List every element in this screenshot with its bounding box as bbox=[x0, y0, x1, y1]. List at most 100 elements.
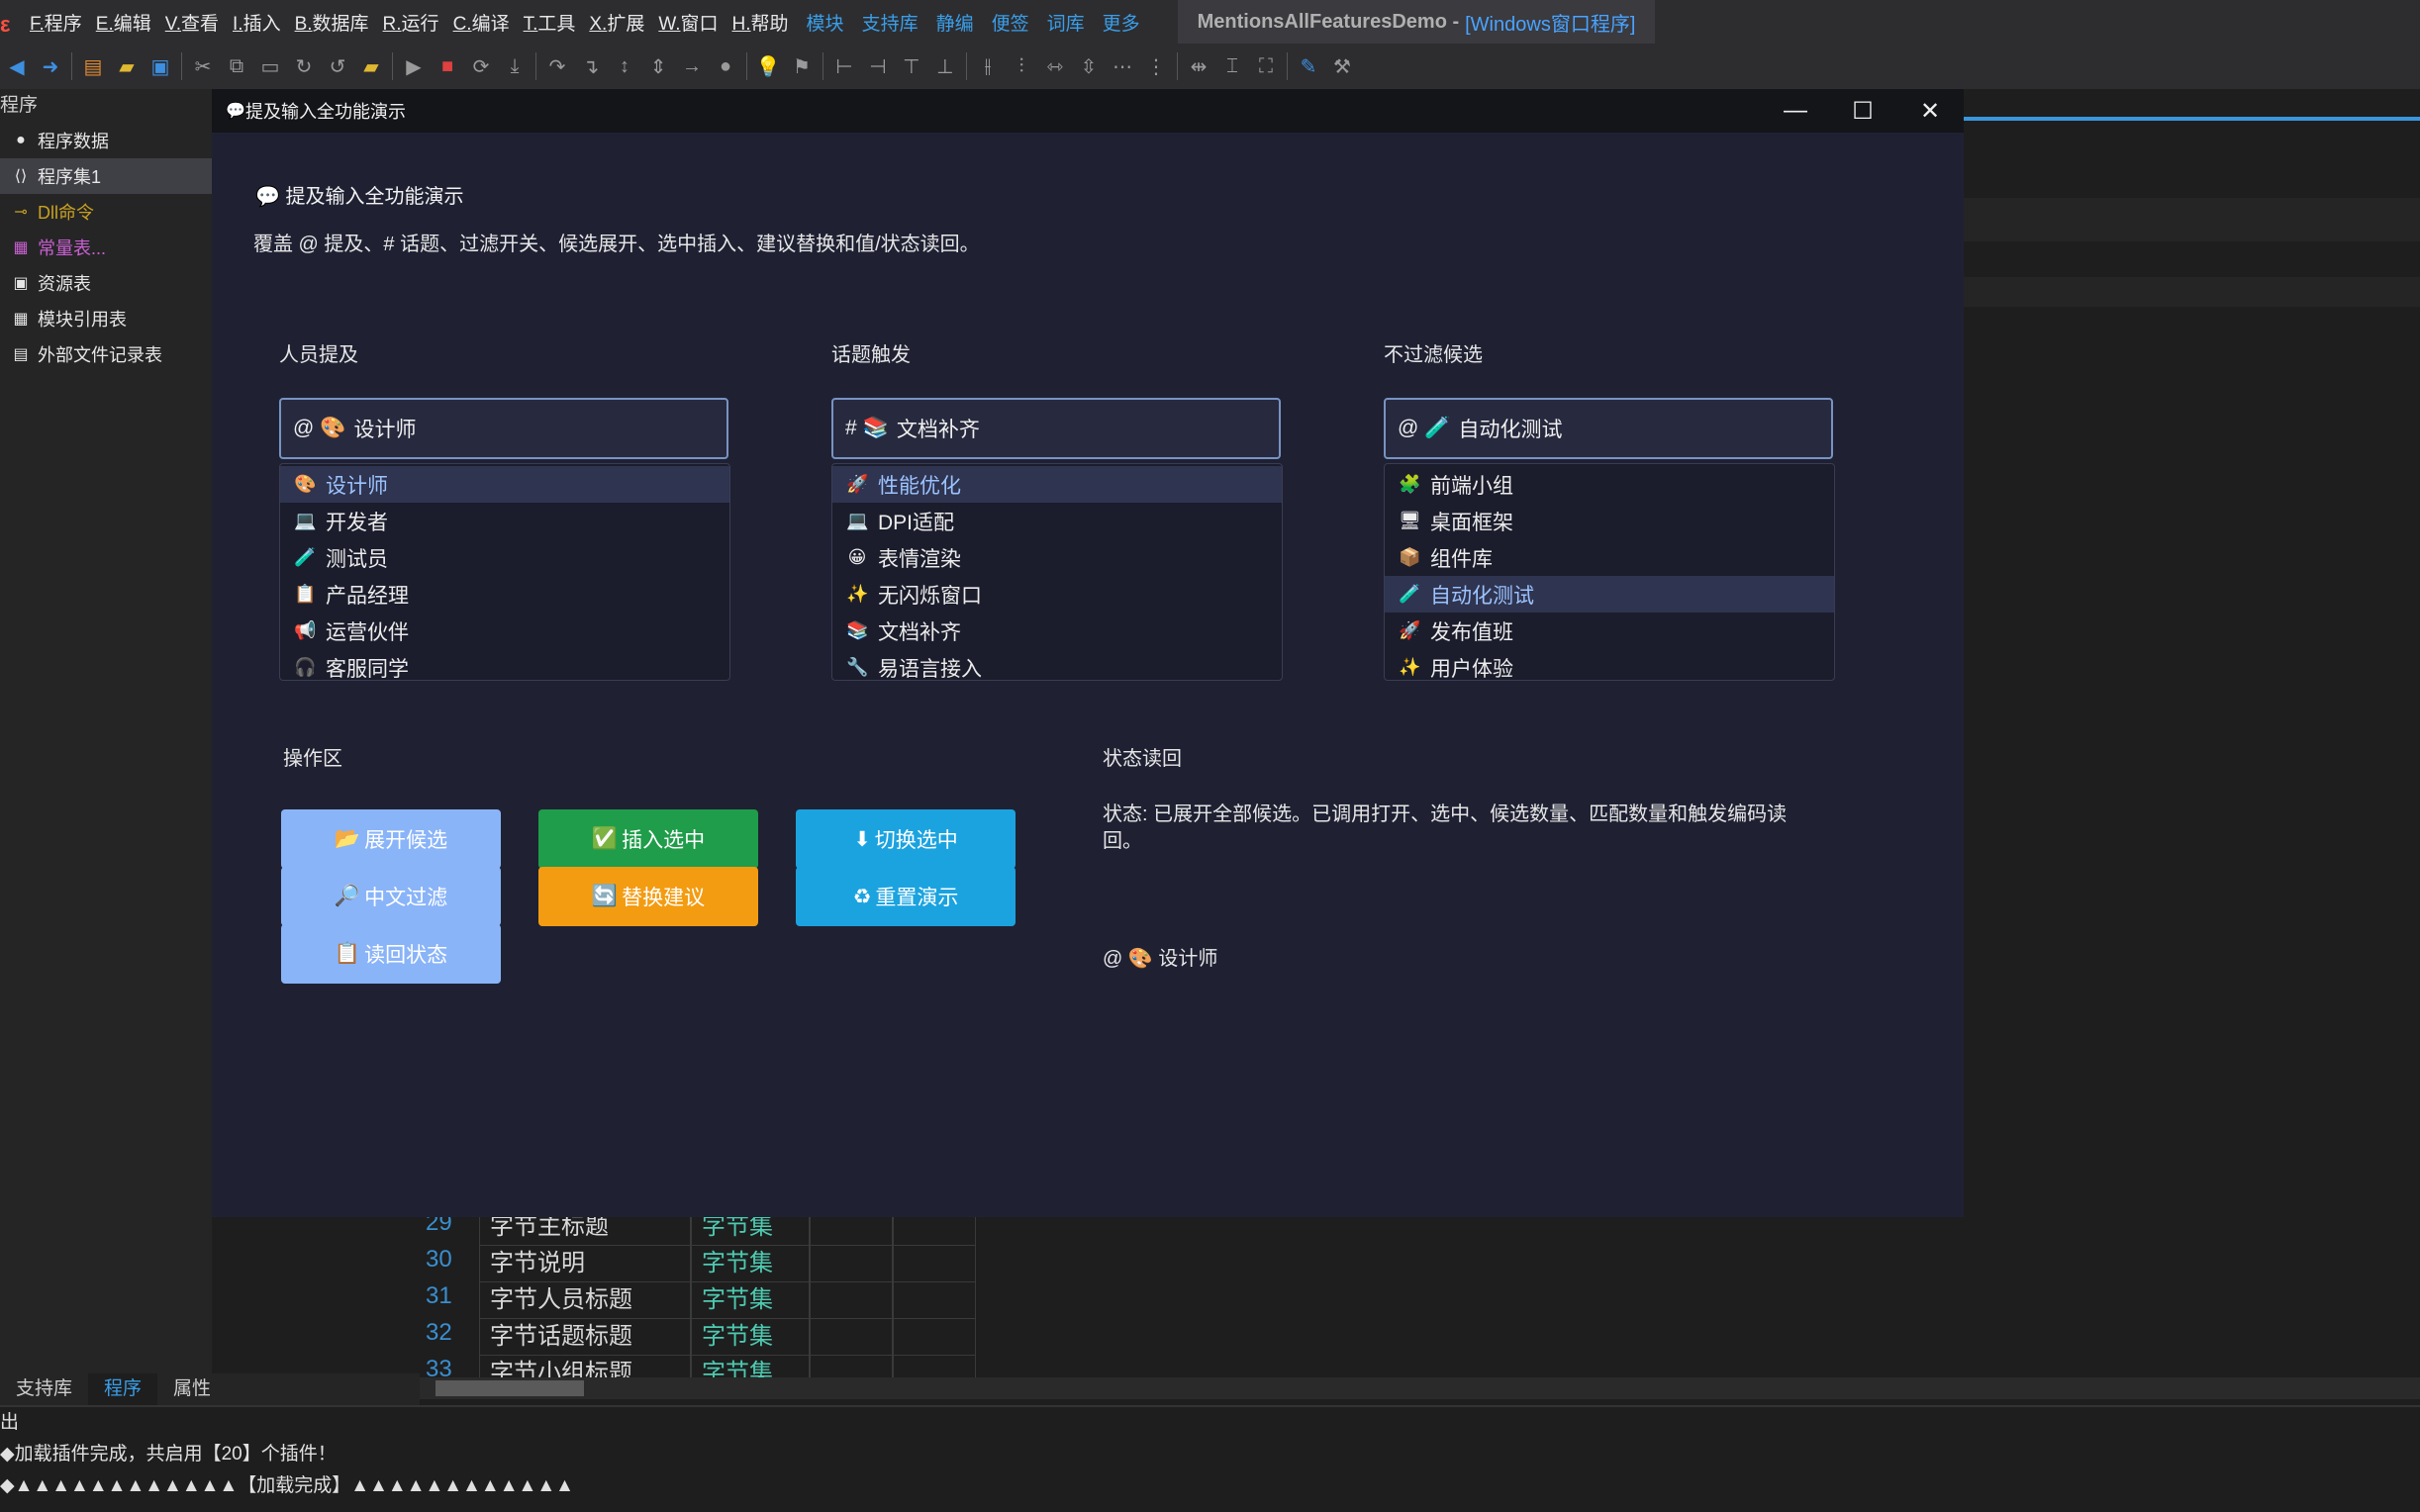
menu-item[interactable]: I.插入 bbox=[233, 9, 281, 36]
compile-icon[interactable]: ⤓ bbox=[498, 49, 532, 83]
menu-link[interactable]: 词库 bbox=[1047, 9, 1085, 36]
minimize-button[interactable]: — bbox=[1762, 89, 1829, 133]
menu-item[interactable]: E.编辑 bbox=[96, 9, 151, 36]
candidate-item[interactable]: 💻 DPI适配 bbox=[832, 503, 1282, 539]
action-button[interactable]: 📋 读回状态 bbox=[281, 924, 501, 984]
tree-item[interactable]: ⟨⟩ 程序集1 bbox=[0, 158, 212, 194]
candidate-item[interactable]: 🧪 测试员 bbox=[280, 539, 729, 576]
candidate-item[interactable]: 📚 文档补齐 bbox=[832, 613, 1282, 649]
align-top-icon[interactable]: ⊤ bbox=[895, 49, 928, 83]
panel-tab[interactable]: 支持库 bbox=[0, 1373, 88, 1405]
candidate-item[interactable]: 🚀 发布值班 bbox=[1385, 613, 1834, 649]
no-filter-input[interactable]: @ 🧪 自动化测试 bbox=[1384, 398, 1833, 459]
step-icon[interactable]: ⇕ bbox=[641, 49, 675, 83]
hint-icon[interactable]: 💡 bbox=[751, 49, 785, 83]
code-cell[interactable] bbox=[810, 1246, 893, 1282]
center-v-icon[interactable]: ⫶ bbox=[1005, 49, 1038, 83]
menu-item[interactable]: W.窗口 bbox=[658, 9, 718, 36]
save-icon[interactable]: ▣ bbox=[144, 49, 177, 83]
back-icon[interactable]: ◀ bbox=[0, 49, 34, 83]
menu-item[interactable]: R.运行 bbox=[383, 9, 439, 36]
action-button[interactable]: ♻ 重置演示 bbox=[796, 867, 1016, 926]
code-cell[interactable] bbox=[893, 1282, 976, 1319]
candidate-item[interactable]: 🔧 易语言接入 bbox=[832, 649, 1282, 680]
dialog-titlebar[interactable]: 💬 提及输入全功能演示 — ☐ ✕ bbox=[212, 89, 1964, 133]
cut-icon[interactable]: ✂ bbox=[186, 49, 220, 83]
tree-item[interactable]: ● 程序数据 bbox=[0, 123, 212, 158]
tree-item[interactable]: ⊸ Dll命令 bbox=[0, 194, 212, 230]
breakpoint-icon[interactable]: ● bbox=[709, 49, 742, 83]
action-button[interactable]: 🔎 中文过滤 bbox=[281, 867, 501, 926]
scrollbar-thumb[interactable] bbox=[436, 1380, 584, 1396]
stop-icon[interactable]: ■ bbox=[431, 49, 464, 83]
align-bottom-icon[interactable]: ⊥ bbox=[928, 49, 962, 83]
tools-icon[interactable]: ⚒ bbox=[1325, 49, 1359, 83]
close-button[interactable]: ✕ bbox=[1896, 89, 1964, 133]
run-icon[interactable]: ▶ bbox=[397, 49, 431, 83]
candidate-item[interactable]: ✨ 用户体验 bbox=[1385, 649, 1834, 680]
copy-icon[interactable]: ⧉ bbox=[220, 49, 253, 83]
candidate-item[interactable]: 🧪 自动化测试 bbox=[1385, 576, 1834, 613]
same-width-icon[interactable]: ⇿ bbox=[1038, 49, 1072, 83]
center-h-icon[interactable]: ⫲ bbox=[971, 49, 1005, 83]
candidate-item[interactable]: 🚀 性能优化 bbox=[832, 466, 1282, 503]
people-mention-input[interactable]: @ 🎨 设计师 bbox=[279, 398, 728, 459]
menu-item[interactable]: C.编译 bbox=[453, 9, 510, 36]
people-candidate-list[interactable]: 🎨 设计师 💻 开发者 🧪 测试员 📋 产品经理 📢 运营伙伴 🎧 客服同学 bbox=[279, 463, 730, 681]
candidate-item[interactable]: 🎨 设计师 bbox=[280, 466, 729, 503]
menu-link[interactable]: 静编 bbox=[936, 9, 974, 36]
align-right-icon[interactable]: ⊣ bbox=[861, 49, 895, 83]
code-name-cell[interactable]: 字节说明 bbox=[479, 1246, 691, 1282]
space-v-icon[interactable]: ⋮ bbox=[1139, 49, 1173, 83]
menu-item[interactable]: V.查看 bbox=[165, 9, 219, 36]
topic-candidate-list[interactable]: 🚀 性能优化 💻 DPI适配 😀 表情渲染 ✨ 无闪烁窗口 📚 文档补齐 🔧 易语言接入 bbox=[831, 463, 1283, 681]
goto-icon[interactable]: → bbox=[675, 49, 709, 83]
fit-icon[interactable]: ⛶ bbox=[1249, 49, 1283, 83]
bookmark-icon[interactable]: ⚑ bbox=[785, 49, 819, 83]
candidate-item[interactable]: 😀 表情渲染 bbox=[832, 539, 1282, 576]
menu-link[interactable]: 模块 bbox=[807, 9, 844, 36]
candidate-item[interactable]: 📦 组件库 bbox=[1385, 539, 1834, 576]
pen-icon[interactable]: ✎ bbox=[1292, 49, 1325, 83]
candidate-item[interactable]: 🧩 前端小组 bbox=[1385, 466, 1834, 503]
folder-icon[interactable]: ▰ bbox=[354, 49, 388, 83]
topic-input[interactable]: # 📚 文档补齐 bbox=[831, 398, 1281, 459]
open-folder-icon[interactable]: ▰ bbox=[110, 49, 144, 83]
action-button[interactable]: 📂 展开候选 bbox=[281, 809, 501, 869]
step-out-icon[interactable]: ↕ bbox=[608, 49, 641, 83]
code-row[interactable]: 31 字节人员标题 字节集 bbox=[410, 1282, 976, 1319]
code-cell[interactable] bbox=[810, 1282, 893, 1319]
menu-item[interactable]: B.数据库 bbox=[295, 9, 369, 36]
align-left-icon[interactable]: ⊢ bbox=[827, 49, 861, 83]
panel-tab[interactable]: 程序 bbox=[88, 1373, 158, 1405]
code-type-cell[interactable]: 字节集 bbox=[691, 1319, 810, 1356]
code-row[interactable]: 32 字节话题标题 字节集 bbox=[410, 1319, 976, 1356]
editor-horizontal-scrollbar[interactable] bbox=[420, 1377, 2420, 1399]
menu-item[interactable]: X.扩展 bbox=[589, 9, 644, 36]
candidate-item[interactable]: 💻 开发者 bbox=[280, 503, 729, 539]
forward-icon[interactable]: ➜ bbox=[34, 49, 67, 83]
menu-link[interactable]: 支持库 bbox=[862, 9, 919, 36]
code-row[interactable]: 30 字节说明 字节集 bbox=[410, 1246, 976, 1282]
menu-link[interactable]: 便签 bbox=[992, 9, 1029, 36]
code-name-cell[interactable]: 字节人员标题 bbox=[479, 1282, 691, 1319]
menu-link[interactable]: 更多 bbox=[1103, 9, 1140, 36]
tree-item[interactable]: ▦ 模块引用表 bbox=[0, 301, 212, 336]
no-filter-candidate-list[interactable]: 🧩 前端小组 🖥 桌面框架 📦 组件库 🧪 自动化测试 🚀 发布值班 ✨ 用户体验 bbox=[1384, 463, 1835, 681]
redo-icon[interactable]: ↻ bbox=[287, 49, 321, 83]
tree-item[interactable]: ▣ 资源表 bbox=[0, 265, 212, 301]
candidate-item[interactable]: 🎧 客服同学 bbox=[280, 649, 729, 680]
code-cell[interactable] bbox=[893, 1319, 976, 1356]
code-cell[interactable] bbox=[893, 1246, 976, 1282]
tree-item[interactable]: ▤ 外部文件记录表 bbox=[0, 336, 212, 372]
space-h-icon[interactable]: ⋯ bbox=[1106, 49, 1139, 83]
code-type-cell[interactable]: 字节集 bbox=[691, 1282, 810, 1319]
undo-icon[interactable]: ↺ bbox=[321, 49, 354, 83]
action-button[interactable]: ✅ 插入选中 bbox=[538, 809, 758, 869]
new-file-icon[interactable]: ▤ bbox=[76, 49, 110, 83]
tree-item[interactable]: ▦ 常量表... bbox=[0, 230, 212, 265]
action-button[interactable]: 🔄 替换建议 bbox=[538, 867, 758, 926]
panel-tab[interactable]: 属性 bbox=[157, 1373, 227, 1405]
height-icon[interactable]: ⌶ bbox=[1215, 49, 1249, 83]
candidate-item[interactable]: ✨ 无闪烁窗口 bbox=[832, 576, 1282, 613]
